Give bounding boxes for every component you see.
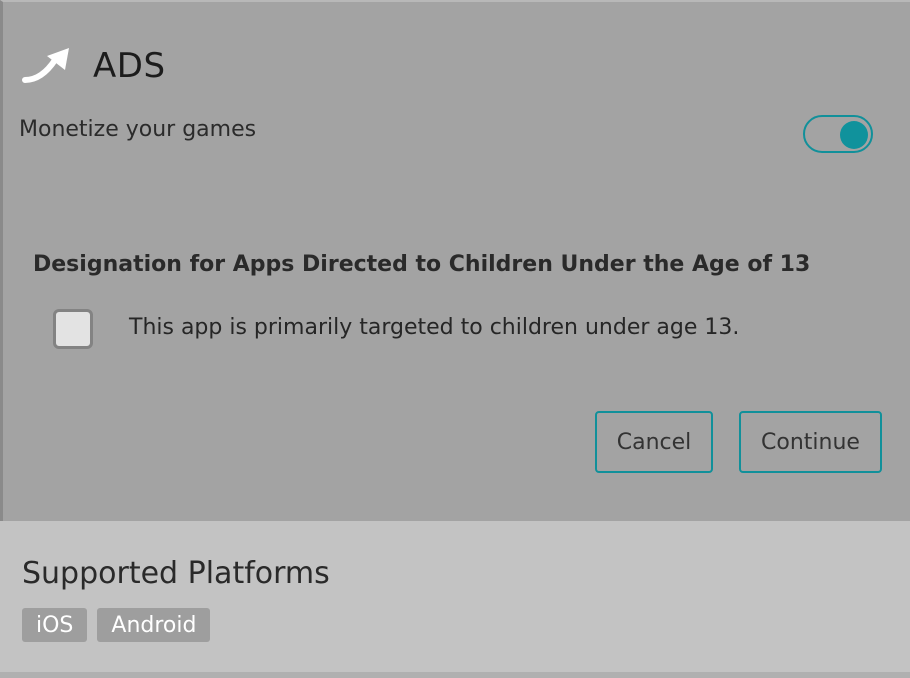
supported-platforms-section: Supported Platforms iOS Android bbox=[0, 521, 910, 678]
ads-title: ADS bbox=[93, 46, 166, 86]
toggle-knob bbox=[840, 121, 868, 149]
continue-button[interactable]: Continue bbox=[739, 411, 882, 473]
designation-heading: Designation for Apps Directed to Childre… bbox=[33, 252, 811, 277]
cancel-button[interactable]: Cancel bbox=[595, 411, 713, 473]
monetize-label: Monetize your games bbox=[19, 117, 257, 142]
platforms-title: Supported Platforms bbox=[22, 556, 330, 591]
ads-settings-panel: ADS Monetize your games Designation for … bbox=[0, 0, 910, 521]
platform-chip-android: Android bbox=[97, 608, 211, 642]
divider bbox=[0, 672, 910, 678]
curved-arrow-icon bbox=[21, 46, 73, 86]
children-checkbox-label: This app is primarily targeted to childr… bbox=[129, 315, 740, 340]
platform-chips: iOS Android bbox=[22, 608, 211, 642]
platform-chip-ios: iOS bbox=[22, 608, 88, 642]
children-checkbox[interactable] bbox=[53, 309, 93, 349]
monetize-toggle[interactable] bbox=[803, 115, 873, 153]
ads-header: ADS bbox=[21, 46, 166, 86]
